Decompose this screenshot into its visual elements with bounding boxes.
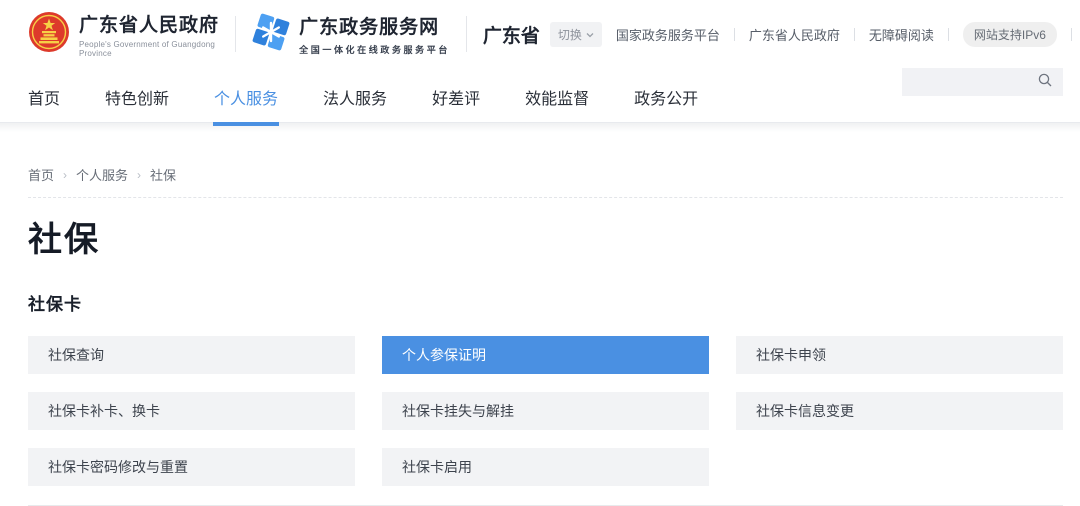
portal-logo-icon [252,13,290,56]
region-switch-button[interactable]: 切换 [550,22,602,47]
top-link-accessibility[interactable]: 无障碍阅读 [855,25,948,44]
top-link-national-platform[interactable]: 国家政务服务平台 [602,25,734,44]
portal-logo[interactable]: 广东政务服务网 全国一体化在线政务服务平台 [252,12,450,56]
header-shadow [0,123,1080,132]
gov-logo[interactable]: 广东省人民政府 People's Government of Guangdong… [28,10,219,58]
breadcrumb: 首页 › 个人服务 › 社保 [28,165,1063,198]
breadcrumb-item-current: 社保 [150,165,176,184]
nav-item-supervision[interactable]: 效能监督 [525,68,589,109]
national-emblem-icon [28,11,70,58]
chevron-down-icon [586,27,594,41]
service-button-card-application[interactable]: 社保卡申领 [736,336,1063,374]
region-name: 广东省 [483,21,540,48]
portal-logo-text: 广东政务服务网 全国一体化在线政务服务平台 [299,12,450,56]
service-button-card-replacement[interactable]: 社保卡补卡、换卡 [28,392,355,430]
gov-logo-text: 广东省人民政府 People's Government of Guangdong… [79,10,219,58]
search-icon[interactable] [1037,72,1053,93]
nav-item-personal-services[interactable]: 个人服务 [214,68,278,109]
ipv6-badge: 网站支持IPv6 [963,22,1057,47]
gov-logo-title: 广东省人民政府 [79,10,219,37]
service-button-card-info-change[interactable]: 社保卡信息变更 [736,392,1063,430]
service-button-card-password-reset[interactable]: 社保卡密码修改与重置 [28,448,355,486]
breadcrumb-separator-icon: › [137,168,141,182]
service-button-social-insurance-query[interactable]: 社保查询 [28,336,355,374]
region-divider [466,16,467,52]
region-selector: 广东省 切换 [483,21,602,48]
breadcrumb-item-personal-services[interactable]: 个人服务 [76,165,128,184]
search-box[interactable] [902,68,1063,96]
nav-item-gov-disclosure[interactable]: 政务公开 [634,68,698,109]
top-link-gd-government[interactable]: 广东省人民政府 [735,25,854,44]
service-button-personal-insurance-certificate[interactable]: 个人参保证明 [382,336,709,374]
gov-logo-subtitle: People's Government of Guangdong Provinc… [79,40,219,58]
section-title: 社保卡 [28,295,1063,315]
breadcrumb-item-home[interactable]: 首页 [28,165,54,184]
top-bar: 广东省人民政府 People's Government of Guangdong… [0,0,1080,68]
site-header: 广东省人民政府 People's Government of Guangdong… [0,0,1080,123]
brand-area: 广东省人民政府 People's Government of Guangdong… [28,10,602,58]
portal-logo-title: 广东政务服务网 [299,12,450,39]
main-content: 首页 › 个人服务 › 社保 社保 社保卡 社保查询 个人参保证明 社保卡申领 … [0,165,1080,506]
top-links: 国家政务服务平台 广东省人民政府 无障碍阅读 网站支持IPv6 登录 [602,22,1080,47]
region-switch-label: 切换 [558,26,582,43]
search-input[interactable] [912,75,1037,90]
page-title: 社保 [28,223,1063,257]
nav-item-innovation[interactable]: 特色创新 [105,68,169,109]
nav-item-rating[interactable]: 好差评 [432,68,480,109]
service-button-card-activation[interactable]: 社保卡启用 [382,448,709,486]
service-grid: 社保查询 个人参保证明 社保卡申领 社保卡补卡、换卡 社保卡挂失与解挂 社保卡信… [28,336,1063,486]
nav-item-home[interactable]: 首页 [28,68,60,109]
nav-item-legal-services[interactable]: 法人服务 [323,68,387,109]
login-button[interactable]: 登录 [1072,25,1080,44]
service-button-card-loss-report[interactable]: 社保卡挂失与解挂 [382,392,709,430]
portal-logo-subtitle: 全国一体化在线政务服务平台 [299,43,450,56]
logo-divider [235,16,236,52]
main-nav: 首页 特色创新 个人服务 法人服务 好差评 效能监督 政务公开 [0,68,1080,123]
top-link-separator [948,28,949,41]
breadcrumb-separator-icon: › [63,168,67,182]
